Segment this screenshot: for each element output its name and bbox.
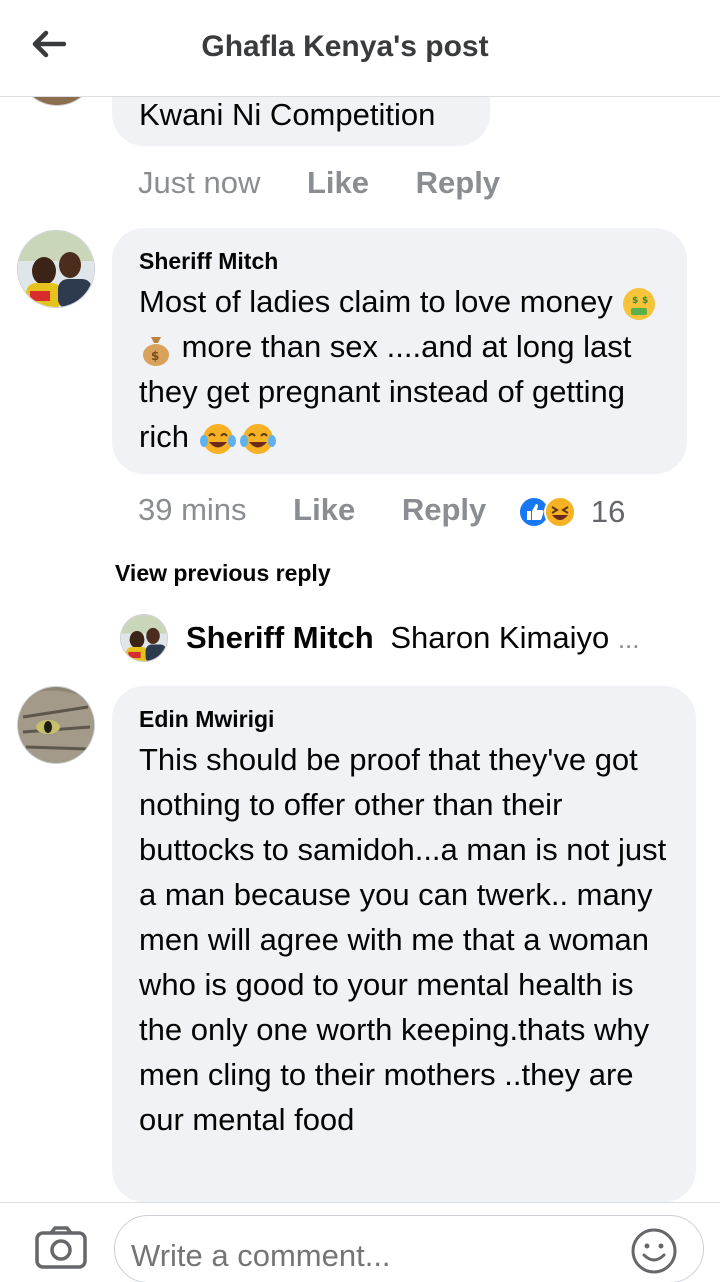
emoji-button[interactable] bbox=[630, 1227, 678, 1275]
comment-bubble: Sheriff Mitch Most of ladies claim to lo… bbox=[112, 228, 687, 474]
view-previous-reply-link[interactable]: View previous reply bbox=[115, 560, 331, 587]
svg-text:$: $ bbox=[642, 296, 648, 306]
tears-of-joy-icon bbox=[199, 423, 236, 454]
top-bar: Ghafla Kenya's post bbox=[0, 0, 720, 97]
tears-of-joy-icon bbox=[239, 423, 276, 454]
comment-meta: 39 mins Like Reply 16 bbox=[138, 492, 625, 530]
smiley-icon bbox=[631, 1228, 677, 1274]
reply-button[interactable]: Reply bbox=[416, 165, 500, 200]
reaction-count: 16 bbox=[590, 493, 626, 529]
comment-author[interactable]: Sheriff Mitch bbox=[139, 248, 667, 275]
camera-icon bbox=[35, 1226, 87, 1269]
haha-reaction-icon bbox=[543, 495, 576, 528]
commenter-avatar[interactable] bbox=[17, 230, 95, 308]
money-mouth-face-icon: $ $ bbox=[623, 287, 656, 320]
comment-input[interactable] bbox=[114, 1215, 704, 1282]
comment-bubble: Edin Mwirigi This should be proof that t… bbox=[112, 686, 696, 1202]
reply-button[interactable]: Reply bbox=[402, 492, 486, 527]
reply-text: Sharon Kimaiyo bbox=[390, 620, 610, 655]
comment-time: Just now bbox=[138, 165, 261, 200]
reply-preview[interactable]: Sheriff Mitch Sharon Kimaiyo ... bbox=[186, 620, 640, 656]
commenter-avatar[interactable] bbox=[17, 686, 95, 764]
comment-meta: Just now Like Reply bbox=[138, 165, 500, 201]
comment-text: Kwani Ni Competition bbox=[139, 97, 436, 132]
reply-author: Sheriff Mitch bbox=[186, 620, 374, 655]
comment-text: This should be proof that they've got no… bbox=[139, 742, 667, 1137]
comment-text-part: Most of ladies claim to love money bbox=[139, 284, 613, 319]
like-button[interactable]: Like bbox=[307, 165, 369, 200]
reply-ellipsis: ... bbox=[617, 624, 640, 654]
comment-time: 39 mins bbox=[138, 492, 247, 527]
comment-text: Most of ladies claim to love money $ $ $… bbox=[139, 279, 667, 459]
comment-author[interactable]: Edin Mwirigi bbox=[139, 706, 676, 733]
page-title: Ghafla Kenya's post bbox=[201, 30, 489, 63]
svg-text:$: $ bbox=[151, 349, 159, 363]
camera-button[interactable] bbox=[34, 1225, 88, 1273]
reply-avatar[interactable] bbox=[120, 614, 168, 662]
reactions-summary[interactable]: 16 bbox=[517, 494, 625, 530]
post-comments-screen: Kwani Ni Competition Just now Like Reply… bbox=[0, 0, 720, 1282]
comment-composer bbox=[0, 1202, 720, 1282]
svg-text:$: $ bbox=[632, 296, 638, 306]
money-bag-icon: $ bbox=[143, 336, 169, 366]
like-button[interactable]: Like bbox=[293, 492, 355, 527]
